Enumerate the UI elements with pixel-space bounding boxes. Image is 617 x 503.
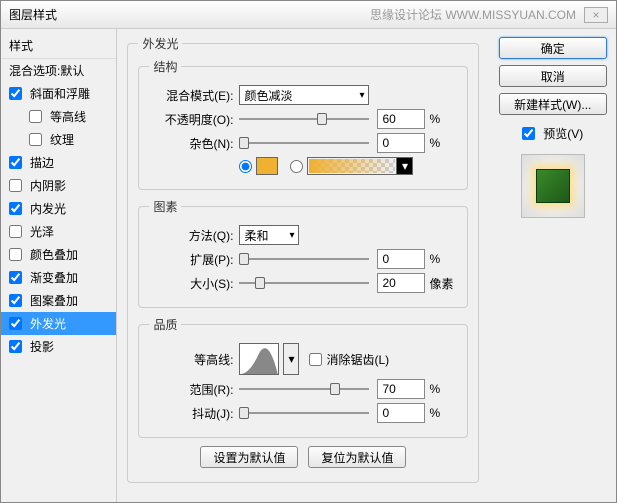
technique-select[interactable]: 柔和 [239, 225, 299, 245]
sidebar-item-gradientoverlay[interactable]: 渐变叠加 [1, 266, 116, 289]
sidebar-item-patternoverlay[interactable]: 图案叠加 [1, 289, 116, 312]
titlebar[interactable]: 图层样式 思缘设计论坛 WWW.MISSYUAN.COM × [1, 1, 616, 29]
sidebar-item-innerglow[interactable]: 内发光 [1, 197, 116, 220]
range-input[interactable] [377, 379, 425, 399]
preview-checkbox[interactable] [522, 127, 535, 140]
range-slider[interactable] [239, 380, 369, 398]
outerglow-checkbox[interactable] [9, 317, 22, 330]
innerglow-checkbox[interactable] [9, 202, 22, 215]
close-icon[interactable]: × [584, 7, 608, 23]
jitter-slider[interactable] [239, 404, 369, 422]
jitter-input[interactable] [377, 403, 425, 423]
make-default-button[interactable]: 设置为默认值 [200, 446, 298, 468]
contour-curve-icon [240, 344, 278, 374]
new-style-button[interactable]: 新建样式(W)... [499, 93, 607, 115]
noise-input[interactable] [377, 133, 425, 153]
contour-picker[interactable] [239, 343, 279, 375]
contour-label: 等高线: [149, 351, 239, 368]
gradient-radio[interactable] [290, 160, 303, 173]
preview-gem-icon [536, 169, 570, 203]
opacity-label: 不透明度(O): [149, 111, 239, 128]
cancel-button[interactable]: 取消 [499, 65, 607, 87]
range-label: 范围(R): [149, 381, 239, 398]
main-panel: 外发光 结构 混合模式(E): 颜色减淡 不透明度(O): % 杂色(N): [117, 29, 489, 502]
size-slider[interactable] [239, 274, 369, 292]
blendmode-label: 混合模式(E): [149, 87, 239, 104]
sidebar-header[interactable]: 样式 [1, 33, 116, 59]
quality-group: 品质 等高线: ▾ 消除锯齿(L) 范围(R): % [138, 316, 468, 438]
opacity-slider[interactable] [239, 110, 369, 128]
sidebar-blending-options[interactable]: 混合选项:默认 [1, 59, 116, 82]
gradientoverlay-checkbox[interactable] [9, 271, 22, 284]
sidebar-item-coloroverlay[interactable]: 颜色叠加 [1, 243, 116, 266]
sidebar-item-contour[interactable]: 等高线 [1, 105, 116, 128]
sidebar-item-outerglow[interactable]: 外发光 [1, 312, 116, 335]
sidebar-item-bevel[interactable]: 斜面和浮雕 [1, 82, 116, 105]
outer-glow-fieldset: 外发光 结构 混合模式(E): 颜色减淡 不透明度(O): % 杂色(N): [127, 35, 479, 483]
texture-checkbox[interactable] [29, 133, 42, 146]
jitter-label: 抖动(J): [149, 405, 239, 422]
spread-label: 扩展(P): [149, 251, 239, 268]
contour-dropdown-icon[interactable]: ▾ [283, 343, 299, 375]
right-column: 确定 取消 新建样式(W)... 预览(V) [489, 29, 616, 502]
bevel-checkbox[interactable] [9, 87, 22, 100]
size-label: 大小(S): [149, 275, 239, 292]
sidebar-item-texture[interactable]: 纹理 [1, 128, 116, 151]
antialias-checkbox[interactable] [309, 353, 322, 366]
reset-default-button[interactable]: 复位为默认值 [308, 446, 406, 468]
spread-input[interactable] [377, 249, 425, 269]
patternoverlay-checkbox[interactable] [9, 294, 22, 307]
dialog-title: 图层样式 [9, 6, 57, 23]
technique-label: 方法(Q): [149, 227, 239, 244]
sidebar-item-stroke[interactable]: 描边 [1, 151, 116, 174]
opacity-input[interactable] [377, 109, 425, 129]
innershadow-checkbox[interactable] [9, 179, 22, 192]
preview-thumbnail [521, 154, 585, 218]
solid-color-radio[interactable] [239, 160, 252, 173]
preview-label: 预览(V) [543, 125, 583, 142]
contour-subcheckbox[interactable] [29, 110, 42, 123]
layer-style-dialog: 图层样式 思缘设计论坛 WWW.MISSYUAN.COM × 样式 混合选项:默… [0, 0, 617, 503]
antialias-label: 消除锯齿(L) [326, 351, 389, 368]
glow-color-swatch[interactable] [256, 157, 278, 175]
sidebar-item-dropshadow[interactable]: 投影 [1, 335, 116, 358]
sidebar-item-innershadow[interactable]: 内阴影 [1, 174, 116, 197]
spread-slider[interactable] [239, 250, 369, 268]
panel-title: 外发光 [138, 35, 182, 52]
noise-slider[interactable] [239, 134, 369, 152]
blendmode-select[interactable]: 颜色减淡 [239, 85, 369, 105]
styles-sidebar: 样式 混合选项:默认 斜面和浮雕 等高线 纹理 描边 内阴影 内发光 光泽 颜色… [1, 29, 117, 502]
satin-checkbox[interactable] [9, 225, 22, 238]
stroke-checkbox[interactable] [9, 156, 22, 169]
sidebar-item-satin[interactable]: 光泽 [1, 220, 116, 243]
noise-label: 杂色(N): [149, 135, 239, 152]
ok-button[interactable]: 确定 [499, 37, 607, 59]
gradient-dropdown-icon[interactable]: ▾ [397, 157, 413, 175]
dropshadow-checkbox[interactable] [9, 340, 22, 353]
coloroverlay-checkbox[interactable] [9, 248, 22, 261]
watermark-text: 思缘设计论坛 WWW.MISSYUAN.COM [370, 6, 576, 23]
glow-gradient-swatch[interactable] [307, 157, 397, 175]
structure-group: 结构 混合模式(E): 颜色减淡 不透明度(O): % 杂色(N): [138, 58, 468, 190]
elements-group: 图素 方法(Q): 柔和 扩展(P): % 大小(S): [138, 198, 468, 308]
size-input[interactable] [377, 273, 425, 293]
